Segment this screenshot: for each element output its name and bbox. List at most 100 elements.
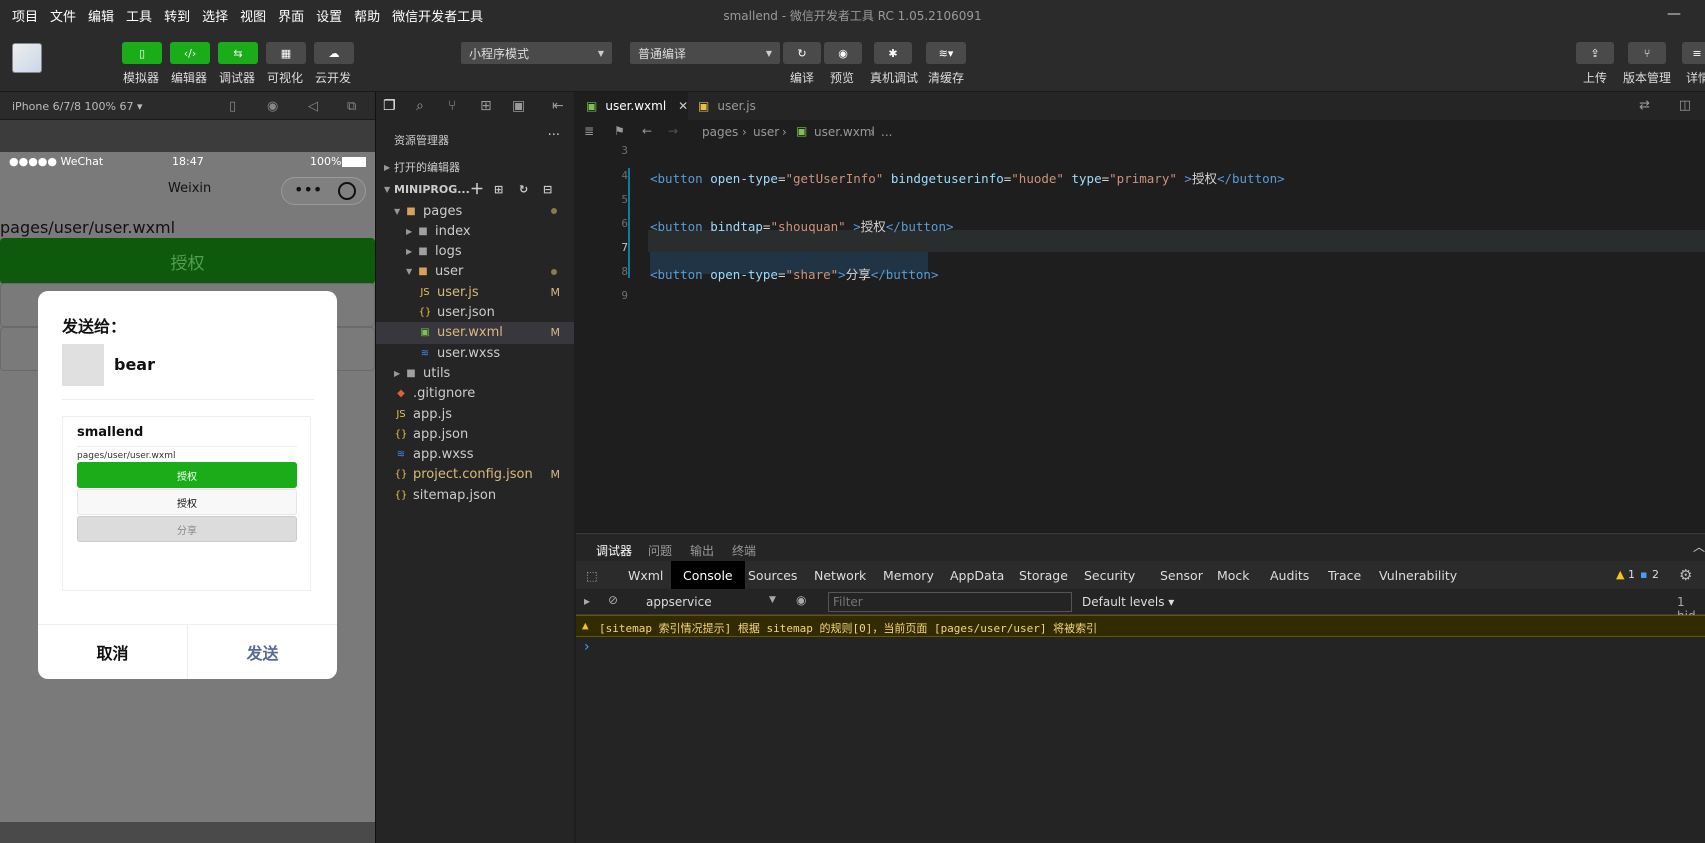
- chevron-up-icon[interactable]: ︿: [1693, 538, 1705, 555]
- breadcrumb-item[interactable]: ...: [881, 125, 892, 139]
- phone-icon[interactable]: ▯: [229, 99, 236, 114]
- tab-user-wxml[interactable]: ▣ user.wxml ✕: [576, 92, 688, 120]
- menu-item-settings[interactable]: 设置: [304, 6, 342, 25]
- tab-vulnerability[interactable]: Vulnerability: [1379, 568, 1457, 583]
- close-icon[interactable]: ✕: [678, 99, 688, 113]
- tab-network[interactable]: Network: [814, 568, 866, 583]
- preview-button[interactable]: ◉: [824, 42, 862, 64]
- file-tree-item[interactable]: ≋ user.wxss: [376, 342, 574, 364]
- console-prompt[interactable]: ›: [584, 639, 590, 655]
- tab-storage[interactable]: Storage: [1019, 568, 1068, 583]
- clear-console-icon[interactable]: ⊘: [608, 593, 618, 607]
- tab-sources[interactable]: Sources: [748, 568, 797, 583]
- bookmark-icon[interactable]: ⚑: [614, 124, 625, 138]
- file-tree-item[interactable]: ▶ ■ logs: [376, 241, 574, 263]
- project-section[interactable]: ▼ MINIPROG... ＋ ⊞ ↻ ⊟: [376, 178, 574, 200]
- collapse-panel-icon[interactable]: ⇤: [552, 98, 564, 114]
- filter-input[interactable]: [828, 592, 1072, 612]
- inspect-icon[interactable]: ⬚: [586, 568, 598, 583]
- tab-memory[interactable]: Memory: [883, 568, 934, 583]
- eye-icon[interactable]: ◉: [796, 593, 806, 607]
- file-tree-item[interactable]: ▼ ■ user: [376, 261, 574, 283]
- back-icon[interactable]: ←: [642, 124, 652, 138]
- tab-audits[interactable]: Audits: [1270, 568, 1309, 583]
- compile-select[interactable]: 普通编译 ▼: [630, 42, 780, 64]
- clear-cache-button[interactable]: ≋▾: [926, 42, 966, 64]
- collapse-all-icon[interactable]: ⊟: [543, 183, 552, 196]
- cancel-button[interactable]: 取消: [38, 625, 188, 679]
- menu-item-select[interactable]: 选择: [190, 6, 228, 25]
- console-output[interactable]: ›: [576, 637, 1705, 843]
- record-icon[interactable]: ◉: [267, 99, 278, 114]
- file-tree-item[interactable]: JS user.js M: [376, 281, 574, 303]
- file-tree-item[interactable]: ≋ app.wxss: [376, 444, 574, 466]
- file-tree-item[interactable]: {} app.json: [376, 423, 574, 445]
- avatar[interactable]: [12, 43, 42, 73]
- cloud-button[interactable]: ☁: [314, 42, 354, 64]
- tab-mock[interactable]: Mock: [1217, 568, 1250, 583]
- volume-icon[interactable]: ◁: [308, 99, 318, 114]
- more-icon[interactable]: •••: [294, 180, 322, 199]
- tab-user-js[interactable]: ▣ user.js: [688, 92, 800, 120]
- tab-wxml[interactable]: Wxml: [628, 568, 663, 583]
- menu-item-interface[interactable]: 界面: [266, 6, 304, 25]
- context-select[interactable]: appservice: [646, 595, 712, 609]
- new-folder-icon[interactable]: ⊞: [494, 183, 503, 196]
- menu-item-goto[interactable]: 转到: [152, 6, 190, 25]
- code-editor[interactable]: 3 4 5 6 7 8 9 <button open-type="getUser…: [576, 144, 1705, 533]
- file-tree-item[interactable]: ▶ ■ index: [376, 220, 574, 242]
- refresh-icon[interactable]: ↻: [519, 183, 528, 196]
- minimize-icon[interactable]: —: [1667, 6, 1681, 22]
- git-icon[interactable]: ⑂: [448, 98, 456, 114]
- levels-select[interactable]: Default levels ▾: [1082, 595, 1174, 609]
- gear-icon[interactable]: ⚙: [1679, 566, 1692, 584]
- outline-icon[interactable]: ▣: [512, 98, 525, 114]
- remote-debug-button[interactable]: ✱: [874, 42, 912, 64]
- file-tree-item[interactable]: ▼ ■ pages: [376, 200, 574, 222]
- menu-item-tools[interactable]: 工具: [114, 6, 152, 25]
- close-icon[interactable]: [338, 182, 356, 200]
- tab-problems[interactable]: 问题: [648, 542, 672, 559]
- extensions-icon[interactable]: ⊞: [480, 98, 492, 114]
- new-file-icon[interactable]: ＋: [470, 179, 484, 199]
- compile-button[interactable]: ↻: [783, 42, 821, 64]
- debugger-button[interactable]: ⇆: [218, 42, 258, 64]
- menu-item-devtools[interactable]: 微信开发者工具: [380, 6, 483, 25]
- tab-terminal[interactable]: 终端: [732, 542, 756, 559]
- file-tree-item[interactable]: {} user.json: [376, 302, 574, 324]
- menu-item-help[interactable]: 帮助: [342, 6, 380, 25]
- open-editors-section[interactable]: ▶ 打开的编辑器: [376, 156, 574, 178]
- file-tree-item[interactable]: ▶ ■ utils: [376, 362, 574, 384]
- device-select[interactable]: iPhone 6/7/8 100% 67 ▾: [12, 100, 143, 113]
- file-tree-item[interactable]: ▣ user.wxml M: [376, 321, 574, 344]
- menu-item-edit[interactable]: 编辑: [76, 6, 114, 25]
- visual-button[interactable]: ▦: [266, 42, 306, 64]
- tab-trace[interactable]: Trace: [1328, 568, 1361, 583]
- simulator-button[interactable]: ▯: [122, 42, 162, 64]
- file-tree-item[interactable]: JS app.js: [376, 403, 574, 425]
- tab-sensor[interactable]: Sensor: [1160, 568, 1203, 583]
- upload-button[interactable]: ⇪: [1576, 42, 1614, 64]
- sidebar-toggle-icon[interactable]: ▸: [584, 594, 590, 608]
- window-icon[interactable]: ⧉: [347, 99, 356, 114]
- auth-button[interactable]: 授权: [0, 238, 375, 284]
- mode-select[interactable]: 小程序模式 ▼: [461, 42, 612, 64]
- tab-console[interactable]: Console: [671, 561, 745, 589]
- breadcrumb-item[interactable]: user.wxml: [814, 125, 875, 139]
- details-button[interactable]: ≡: [1682, 42, 1705, 64]
- compare-icon[interactable]: ⇄: [1639, 98, 1650, 113]
- capsule-menu[interactable]: •••: [281, 177, 366, 205]
- menu-item-view[interactable]: 视图: [228, 6, 266, 25]
- tab-output[interactable]: 输出: [690, 542, 714, 559]
- file-tree-item[interactable]: ◆ .gitignore: [376, 383, 574, 405]
- editor-button[interactable]: ‹/›: [170, 42, 210, 64]
- file-tree-item[interactable]: {} sitemap.json: [376, 484, 574, 506]
- breadcrumb-item[interactable]: user: [753, 125, 779, 139]
- files-icon[interactable]: ❐: [383, 98, 396, 114]
- file-tree-item[interactable]: {} project.config.json M: [376, 464, 574, 486]
- list-icon[interactable]: ≣: [584, 124, 594, 138]
- version-button[interactable]: ⑂: [1628, 42, 1666, 64]
- menu-item-file[interactable]: 文件: [38, 6, 76, 25]
- menu-item-project[interactable]: 项目: [0, 6, 38, 25]
- forward-icon[interactable]: →: [668, 124, 678, 138]
